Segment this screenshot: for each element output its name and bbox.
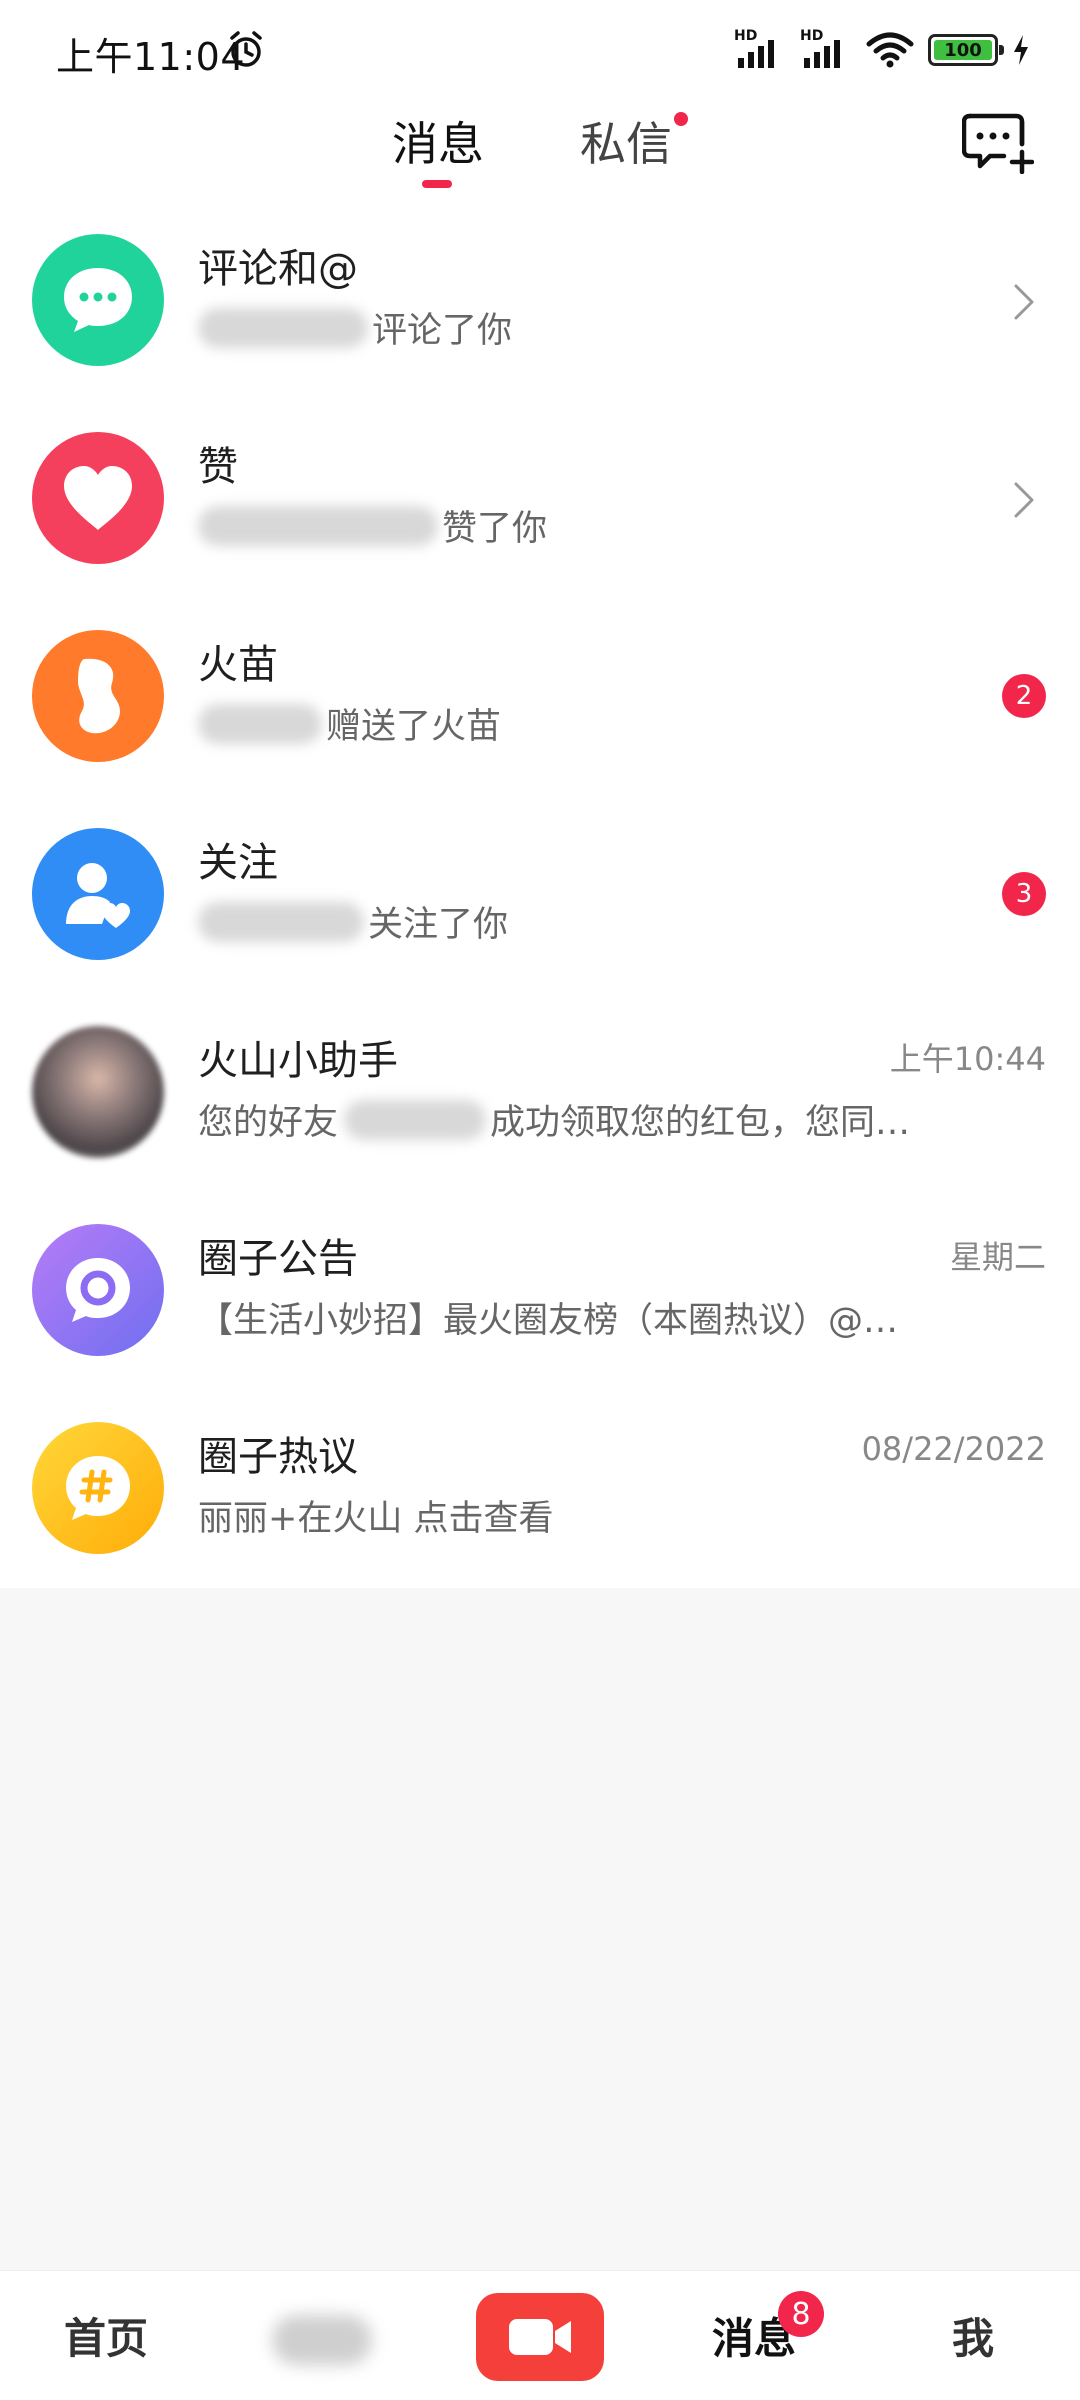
list-item-circle-notice[interactable]: 圈子公告 星期二 【生活小妙招】最火圈友榜（本圈热议）@… [0,1208,1080,1406]
item-title: 赞 [198,444,238,490]
item-subtitle: 关注了你 [198,896,508,947]
circle-chat-icon [66,1258,130,1322]
item-title: 评论和@ [198,246,358,292]
list-item-circle-trending[interactable]: 圈子热议 08/22/2022 丽丽+在火山 点击查看 [0,1406,1080,1604]
chevron-right-icon [1014,284,1034,320]
alarm-icon [230,31,262,67]
list-item-flames[interactable]: 火苗 赠送了火苗 2 [0,614,1080,812]
item-subtitle: 丽丽+在火山 点击查看 [198,1499,554,1539]
avatar [32,432,164,564]
nav-blurred-item[interactable] [272,2315,372,2365]
item-time: 上午10:44 [889,1040,1046,1078]
item-title: 关注 [198,840,278,886]
list-item-follows[interactable]: 关注 关注了你 3 [0,812,1080,1010]
item-subtitle: 您的好友 成功领取您的红包，您同… [198,1094,910,1145]
heart-icon [64,466,132,530]
blurred-username [198,901,364,942]
battery-icon: 100 [928,34,1004,66]
record-button[interactable] [476,2293,604,2381]
item-title: 火苗 [198,642,278,688]
nav-messages-badge: 8 [778,2291,824,2337]
video-camera-icon [509,2319,571,2355]
avatar [32,234,164,366]
avatar [32,1026,164,1158]
wifi-icon [866,32,914,68]
item-subtitle: 赞了你 [198,500,547,551]
tab-private-messages[interactable]: 私信 [580,108,688,174]
avatar [32,828,164,960]
message-list: 评论和@ 评论了你 赞 赞了你 火苗 赠送了火苗 2 关注 关注了你 3 火山小… [0,218,1080,1604]
avatar [32,630,164,762]
header: 消息 私信 [0,96,1080,206]
flame-icon [78,658,120,734]
blurred-username [344,1099,487,1140]
charging-icon [1014,35,1028,65]
nav-me[interactable]: 我 [952,2305,994,2366]
item-time: 08/22/2022 [861,1430,1046,1468]
item-time: 星期二 [949,1238,1046,1276]
item-title: 圈子热议 [198,1434,358,1480]
chevron-right-icon [1014,482,1034,518]
avatar [32,1224,164,1356]
status-time: 上午11:04 [56,35,246,79]
signal-icon: HD [734,28,786,70]
status-bar: 上午11:04 HD HD 100 [0,0,1080,96]
avatar [32,1422,164,1554]
blurred-username [198,703,322,744]
unread-badge: 3 [1002,872,1046,916]
unread-badge: 2 [1002,674,1046,718]
blurred-username [198,307,368,348]
nav-messages[interactable]: 消息 8 [712,2291,824,2366]
chat-bubble-icon [64,268,132,332]
item-subtitle: 评论了你 [198,302,512,353]
active-tab-indicator [422,180,452,188]
new-chat-icon[interactable] [962,110,1034,174]
item-subtitle: 赠送了火苗 [198,698,501,749]
hashtag-chat-icon [66,1456,130,1520]
blurred-username [198,505,438,546]
item-title: 火山小助手 [198,1038,398,1084]
status-icons: HD HD 100 [734,28,1030,70]
tab-messages[interactable]: 消息 [392,108,484,188]
item-subtitle: 【生活小妙招】最火圈友榜（本圈热议）@… [198,1301,899,1341]
signal-icon: HD [800,28,852,70]
list-item-likes[interactable]: 赞 赞了你 [0,416,1080,614]
nav-home[interactable]: 首页 [64,2305,148,2366]
list-item-comments[interactable]: 评论和@ 评论了你 [0,218,1080,416]
bottom-nav: 首页 消息 8 我 [0,2270,1080,2400]
list-item-assistant[interactable]: 火山小助手 上午10:44 您的好友 成功领取您的红包，您同… [0,1010,1080,1208]
unread-dot [674,112,688,126]
follow-user-icon [66,863,130,928]
item-title: 圈子公告 [198,1236,358,1282]
